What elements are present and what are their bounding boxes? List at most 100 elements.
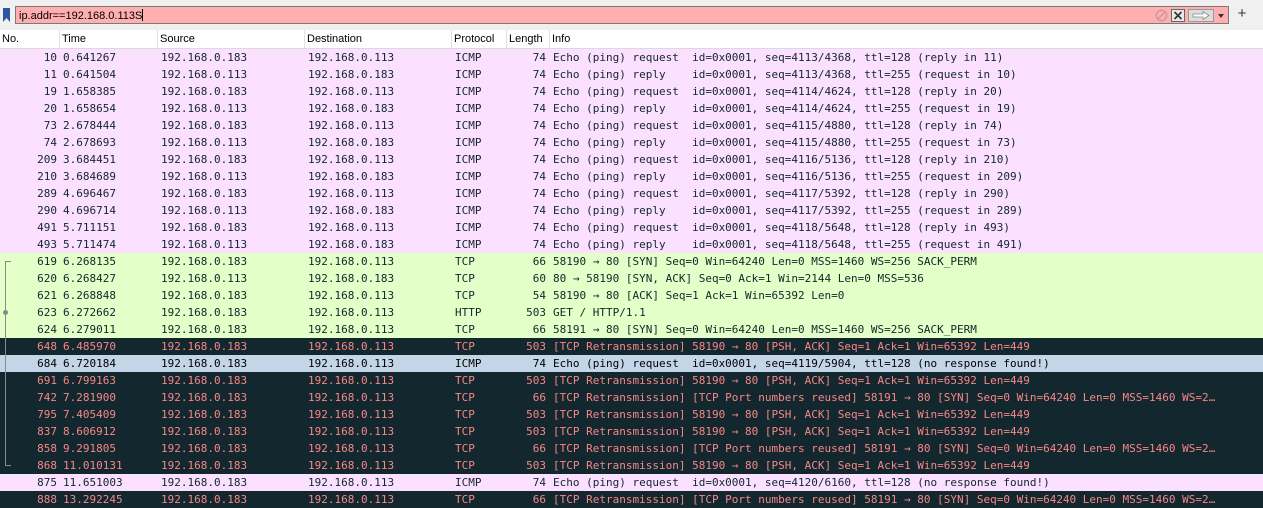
display-filter-toolbar: ip.addr==192.168.0.113S + (0, 0, 1263, 30)
packet-destination: 192.168.0.183 (308, 136, 395, 149)
packet-row[interactable]: 875 11.651003 192.168.0.183 192.168.0.113 IC… (0, 474, 1263, 491)
packet-protocol: ICMP (455, 476, 482, 489)
packet-source: 192.168.0.183 (161, 357, 248, 370)
packet-row[interactable]: 19 1.658385 192.168.0.183 192.168.0.113 ICMP… (0, 83, 1263, 100)
packet-row[interactable]: 691 6.799163 192.168.0.183 192.168.0.113 TCP… (0, 372, 1263, 389)
packet-row[interactable]: 858 9.291805 192.168.0.183 192.168.0.113 TCP… (0, 440, 1263, 457)
apply-arrow-icon[interactable] (1188, 9, 1214, 22)
packet-destination: 192.168.0.113 (308, 153, 395, 166)
packet-destination: 192.168.0.113 (308, 442, 395, 455)
packet-row[interactable]: 74 2.678693 192.168.0.113 192.168.0.183 ICMP… (0, 134, 1263, 151)
packet-length: 503 (526, 306, 546, 319)
bookmark-icon[interactable] (3, 8, 10, 22)
packet-row[interactable]: 742 7.281900 192.168.0.183 192.168.0.113 TCP… (0, 389, 1263, 406)
column-header-source[interactable]: Source (158, 30, 305, 48)
packet-protocol: TCP (455, 272, 475, 285)
add-filter-icon[interactable]: + (1237, 6, 1247, 21)
packet-time: 9.291805 (63, 442, 116, 455)
packet-destination: 192.168.0.183 (308, 238, 395, 251)
packet-protocol: TCP (455, 425, 475, 438)
packet-time: 3.684689 (63, 170, 116, 183)
packet-length: 74 (532, 187, 546, 200)
packet-destination: 192.168.0.113 (308, 323, 395, 336)
packet-row[interactable]: 624 6.279011 192.168.0.183 192.168.0.113 TCP… (0, 321, 1263, 338)
packet-row[interactable]: 493 5.711474 192.168.0.113 192.168.0.183 ICM… (0, 236, 1263, 253)
packet-info: [TCP Retransmission] [TCP Port numbers r… (553, 442, 1216, 455)
column-header-length[interactable]: Length (507, 30, 550, 48)
packet-row[interactable]: 621 6.268848 192.168.0.183 192.168.0.113 TCP… (0, 287, 1263, 304)
column-header-no[interactable]: No. (0, 30, 60, 48)
packet-row[interactable]: 11 0.641504 192.168.0.113 192.168.0.183 ICMP… (0, 66, 1263, 83)
packet-length: 66 (532, 442, 546, 455)
packet-source: 192.168.0.183 (161, 374, 248, 387)
packet-destination: 192.168.0.113 (308, 306, 395, 319)
packet-protocol: TCP (455, 255, 475, 268)
packet-row[interactable]: 210 3.684689 192.168.0.113 192.168.0.183 ICM… (0, 168, 1263, 185)
column-header-protocol[interactable]: Protocol (452, 30, 507, 48)
packet-time: 0.641267 (63, 51, 116, 64)
packet-row[interactable]: 837 8.606912 192.168.0.183 192.168.0.113 TCP… (0, 423, 1263, 440)
packet-row[interactable]: 868 11.010131 192.168.0.183 192.168.0.113 TC… (0, 457, 1263, 474)
column-header-time[interactable]: Time (60, 30, 158, 48)
packet-info: [TCP Retransmission] 58190 → 80 [PSH, AC… (553, 408, 1030, 421)
packet-row[interactable]: 888 13.292245 192.168.0.183 192.168.0.113 TC… (0, 491, 1263, 508)
packet-row[interactable]: 20 1.658654 192.168.0.113 192.168.0.183 ICMP… (0, 100, 1263, 117)
packet-row[interactable]: 290 4.696714 192.168.0.113 192.168.0.183 ICM… (0, 202, 1263, 219)
column-header-destination[interactable]: Destination (305, 30, 452, 48)
packet-row[interactable]: 648 6.485970 192.168.0.183 192.168.0.113 TCP… (0, 338, 1263, 355)
packet-destination: 192.168.0.183 (308, 68, 395, 81)
packet-protocol: ICMP (455, 187, 482, 200)
packet-info: Echo (ping) request id=0x0001, seq=4119/… (553, 357, 1050, 370)
packet-number: 19 (43, 85, 57, 98)
packet-row[interactable]: 491 5.711151 192.168.0.183 192.168.0.113 ICM… (0, 219, 1263, 236)
packet-info: Echo (ping) reply id=0x0001, seq=4113/43… (553, 68, 1017, 81)
packet-time: 6.268135 (63, 255, 116, 268)
packet-row[interactable]: 623 6.272662 192.168.0.183 192.168.0.113 HTT… (0, 304, 1263, 321)
clear-filter-icon[interactable] (1155, 9, 1168, 22)
packet-row[interactable]: 289 4.696467 192.168.0.183 192.168.0.113 ICM… (0, 185, 1263, 202)
packet-source: 192.168.0.183 (161, 340, 248, 353)
packet-number: 648 (37, 340, 57, 353)
packet-time: 4.696467 (63, 187, 116, 200)
packet-time: 6.720184 (63, 357, 116, 370)
packet-row[interactable]: 684 6.720184 192.168.0.183 192.168.0.113 ICM… (0, 355, 1263, 372)
packet-row[interactable]: 620 6.268427 192.168.0.113 192.168.0.183 TCP… (0, 270, 1263, 287)
packet-length: 74 (532, 357, 546, 370)
packet-info: 80 → 58190 [SYN, ACK] Seq=0 Ack=1 Win=21… (553, 272, 924, 285)
packet-info: Echo (ping) request id=0x0001, seq=4114/… (553, 85, 1004, 98)
packet-destination: 192.168.0.113 (308, 459, 395, 472)
column-header-info[interactable]: Info (550, 30, 1263, 48)
dropdown-icon[interactable] (1216, 9, 1226, 22)
packet-number: 493 (37, 238, 57, 251)
text-caret (142, 9, 144, 21)
packet-protocol: TCP (455, 459, 475, 472)
packet-row[interactable]: 73 2.678444 192.168.0.183 192.168.0.113 ICMP… (0, 117, 1263, 134)
packet-length: 74 (532, 476, 546, 489)
packet-time: 1.658654 (63, 102, 116, 115)
packet-number: 623 (37, 306, 57, 319)
packet-number: 795 (37, 408, 57, 421)
packet-row[interactable]: 10 0.641267 192.168.0.183 192.168.0.113 ICMP… (0, 49, 1263, 66)
packet-number: 888 (37, 493, 57, 506)
packet-protocol: ICMP (455, 51, 482, 64)
packet-source: 192.168.0.113 (161, 238, 248, 251)
packet-length: 503 (526, 374, 546, 387)
packet-length: 74 (532, 153, 546, 166)
packet-protocol: ICMP (455, 102, 482, 115)
display-filter-input[interactable]: ip.addr==192.168.0.113S (15, 6, 1229, 24)
packet-time: 1.658385 (63, 85, 116, 98)
packet-number: 684 (37, 357, 57, 370)
packet-source: 192.168.0.113 (161, 170, 248, 183)
packet-info: Echo (ping) request id=0x0001, seq=4117/… (553, 187, 1010, 200)
packet-destination: 192.168.0.113 (308, 221, 395, 234)
packet-source: 192.168.0.183 (161, 153, 248, 166)
close-icon[interactable] (1171, 9, 1185, 22)
packet-row[interactable]: 795 7.405409 192.168.0.183 192.168.0.113 TCP… (0, 406, 1263, 423)
packet-info: Echo (ping) reply id=0x0001, seq=4117/53… (553, 204, 1024, 217)
packet-row[interactable]: 209 3.684451 192.168.0.183 192.168.0.113 ICM… (0, 151, 1263, 168)
packet-number: 868 (37, 459, 57, 472)
packet-time: 11.651003 (63, 476, 123, 489)
packet-row[interactable]: 619 6.268135 192.168.0.183 192.168.0.113 TCP… (0, 253, 1263, 270)
packet-destination: 192.168.0.113 (308, 119, 395, 132)
packet-time: 8.606912 (63, 425, 116, 438)
